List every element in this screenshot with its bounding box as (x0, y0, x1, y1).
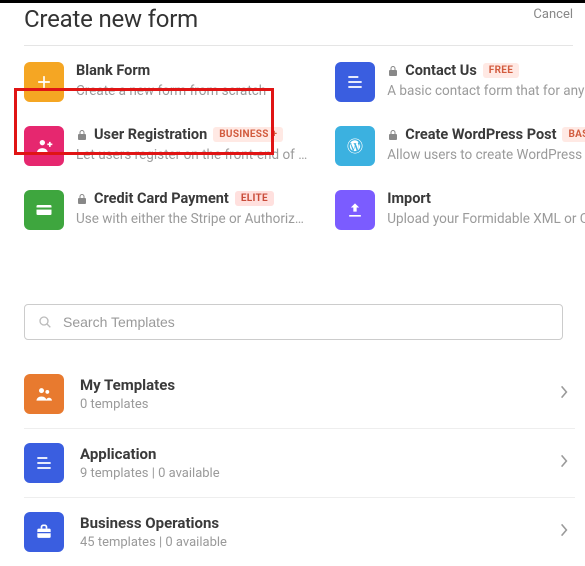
category-business-operations[interactable]: Business Operations 45 templates | 0 ava… (24, 498, 575, 566)
badge-business: BUSINESS + (213, 127, 283, 142)
card-title: Contact Us (405, 62, 477, 79)
card-contact-us[interactable]: Contact Us FREE A basic contact form tha… (335, 62, 585, 102)
card-desc: Upload your Formidable XML or CSV … (387, 211, 585, 227)
card-title: Blank Form (76, 62, 150, 79)
category-meta: 0 templates (80, 397, 543, 412)
chevron-right-icon (559, 522, 569, 542)
page-title: Create new form (24, 5, 198, 33)
chevron-right-icon (559, 384, 569, 404)
category-title: Business Operations (80, 514, 543, 532)
card-desc: A basic contact form that for any Wor… (387, 83, 585, 99)
wordpress-icon (335, 126, 375, 166)
form-lines-icon (335, 62, 375, 102)
card-blank-form[interactable]: Blank Form Create a new form from scratc… (24, 62, 307, 102)
credit-card-icon (24, 190, 64, 230)
search-input[interactable] (63, 314, 550, 330)
search-box[interactable] (24, 304, 563, 340)
badge-basic: BASIC + (562, 127, 585, 142)
form-lines-icon (24, 443, 64, 483)
card-import[interactable]: Import Upload your Formidable XML or CSV… (335, 190, 585, 230)
card-title: Import (387, 190, 431, 207)
search-icon (37, 314, 53, 330)
cancel-link[interactable]: Cancel (533, 5, 573, 22)
briefcase-icon (24, 512, 64, 552)
badge-elite: ELITE (235, 191, 274, 206)
card-desc: Let users register on the front-end of … (76, 147, 307, 163)
chevron-right-icon (559, 453, 569, 473)
plus-icon (24, 62, 64, 102)
upload-icon (335, 190, 375, 230)
lock-icon (387, 65, 399, 77)
lock-icon (76, 129, 88, 141)
category-application[interactable]: Application 9 templates | 0 available (24, 429, 575, 498)
category-my-templates[interactable]: My Templates 0 templates (24, 360, 575, 429)
card-title: User Registration (94, 126, 207, 143)
category-title: My Templates (80, 376, 543, 394)
card-title: Create WordPress Post (405, 126, 556, 143)
card-desc: Use with either the Stripe or Authoriz… (76, 211, 307, 227)
badge-free: FREE (483, 63, 519, 78)
lock-icon (387, 129, 399, 141)
users-icon (24, 374, 64, 414)
category-title: Application (80, 445, 543, 463)
card-desc: Allow users to create WordPress post… (387, 147, 585, 163)
card-user-registration[interactable]: User Registration BUSINESS + Let users r… (24, 126, 307, 166)
card-create-wordpress-post[interactable]: Create WordPress Post BASIC + Allow user… (335, 126, 585, 166)
user-add-icon (24, 126, 64, 166)
card-desc: Create a new form from scratch (76, 83, 307, 99)
category-meta: 9 templates | 0 available (80, 466, 543, 481)
category-meta: 45 templates | 0 available (80, 535, 543, 550)
card-credit-card-payment[interactable]: Credit Card Payment ELITE Use with eithe… (24, 190, 307, 230)
card-title: Credit Card Payment (94, 190, 229, 207)
lock-icon (76, 193, 88, 205)
